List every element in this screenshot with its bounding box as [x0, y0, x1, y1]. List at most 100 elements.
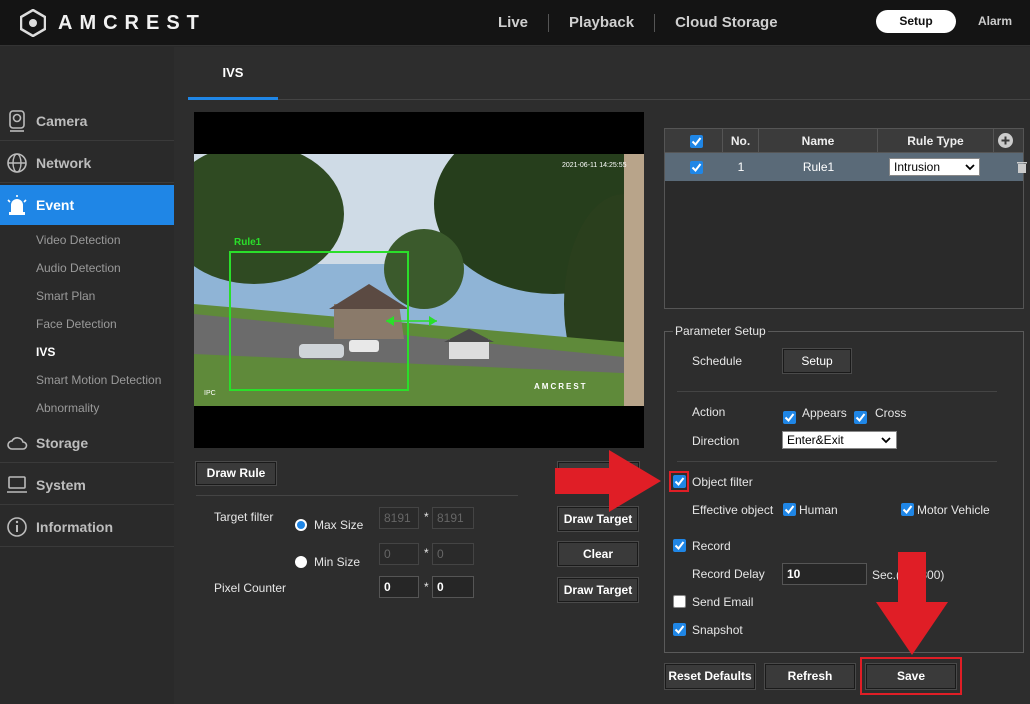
chevron-down-icon — [881, 437, 891, 444]
rule-row-checkbox[interactable] — [690, 161, 703, 174]
save-highlight — [860, 657, 962, 695]
col-no: No. — [723, 129, 759, 153]
sidebar-sub-video-detection[interactable]: Video Detection — [36, 233, 121, 247]
video-channel: IPC — [204, 390, 216, 397]
record-checkbox[interactable] — [673, 539, 686, 552]
nav-playback[interactable]: Playback — [549, 14, 656, 32]
rule-type-select[interactable]: Intrusion — [889, 158, 980, 176]
brand-name: AMCREST — [58, 11, 206, 34]
refresh-button[interactable]: Refresh — [764, 663, 856, 690]
sidebar-item-event[interactable]: Event — [0, 185, 184, 225]
video-preview[interactable]: Rule1 2021-06-11 14:25:55 IPC AMCREST — [194, 112, 644, 448]
sidebar-sub-face-detection[interactable]: Face Detection — [36, 317, 117, 331]
sidebar-item-camera[interactable]: Camera — [0, 101, 174, 141]
human-label: Human — [799, 503, 838, 517]
sidebar-item-storage[interactable]: Storage — [0, 423, 174, 463]
add-rule-icon[interactable] — [998, 133, 1013, 148]
snapshot-checkbox[interactable] — [673, 623, 686, 636]
pixel-counter-label: Pixel Counter — [214, 581, 287, 595]
max-size-radio[interactable] — [295, 519, 307, 531]
send-email-label: Send Email — [692, 595, 754, 609]
sidebar-sub-smart-motion-detection[interactable]: Smart Motion Detection — [36, 373, 161, 387]
rule-type-value: Intrusion — [894, 160, 941, 174]
effective-object-label: Effective object — [692, 503, 774, 517]
object-filter-label: Object filter — [692, 475, 753, 489]
sidebar-sub-abnormality[interactable]: Abnormality — [36, 401, 99, 415]
main-nav: Live Playback Cloud Storage — [478, 0, 798, 46]
nav-alarm[interactable]: Alarm — [978, 14, 1012, 28]
video-watermark: AMCREST — [534, 382, 588, 391]
alarm-light-icon — [6, 194, 28, 216]
reset-defaults-button[interactable]: Reset Defaults — [664, 663, 756, 690]
max-size-label: Max Size — [314, 518, 364, 532]
draw-target-button-2[interactable]: Draw Target — [557, 577, 639, 603]
tab-bar: IVS — [188, 47, 1030, 100]
min-width-field[interactable]: 0 — [379, 543, 419, 565]
col-name: Name — [759, 129, 878, 153]
times-sign: * — [424, 580, 429, 594]
sidebar-label-event: Event — [36, 197, 75, 213]
record-label: Record — [692, 539, 731, 553]
rule-row[interactable]: 1 Rule1 Intrusion — [665, 153, 1027, 181]
info-icon — [6, 516, 28, 538]
sidebar-label-system: System — [36, 476, 86, 493]
trash-icon[interactable] — [1017, 161, 1027, 173]
red-arrow-down-icon — [876, 552, 948, 655]
sidebar-sub-audio-detection[interactable]: Audio Detection — [36, 261, 121, 275]
direction-select[interactable]: Enter&Exit — [782, 431, 897, 449]
camera-scene — [194, 154, 644, 406]
min-size-radio[interactable] — [295, 556, 307, 568]
tab-ivs[interactable]: IVS — [188, 47, 278, 100]
motor-vehicle-checkbox[interactable] — [901, 503, 914, 516]
clear-button[interactable]: Clear — [557, 541, 639, 567]
direction-label: Direction — [692, 434, 740, 448]
schedule-setup-button[interactable]: Setup — [782, 348, 852, 374]
pixel-width-field[interactable]: 0 — [379, 576, 419, 598]
max-width-field[interactable]: 8191 — [379, 507, 419, 529]
draw-rule-button[interactable]: Draw Rule — [195, 461, 277, 486]
schedule-label: Schedule — [692, 354, 743, 368]
sidebar-item-network[interactable]: Network — [0, 143, 174, 183]
rule-row-no: 1 — [737, 160, 745, 174]
select-all-checkbox[interactable] — [690, 135, 703, 148]
appears-label: Appears — [802, 406, 847, 420]
send-email-checkbox[interactable] — [673, 595, 686, 608]
direction-value: Enter&Exit — [787, 433, 844, 447]
target-filter-label: Target filter — [214, 510, 274, 524]
parameter-setup-title: Parameter Setup — [673, 324, 768, 338]
max-height-field[interactable]: 8191 — [432, 507, 474, 529]
record-delay-label: Record Delay — [692, 567, 765, 581]
nav-setup[interactable]: Setup — [876, 10, 956, 33]
sidebar-sub-ivs[interactable]: IVS — [36, 345, 55, 359]
sidebar-item-system[interactable]: System — [0, 465, 174, 505]
amcrest-logo-icon — [20, 9, 46, 37]
appears-checkbox[interactable] — [783, 411, 796, 424]
rule-row-name[interactable]: Rule1 — [759, 153, 878, 181]
sidebar: Camera Network Event Video Detection Aud… — [0, 47, 184, 704]
parameter-setup-panel: Parameter Setup Schedule Setup Action Ap… — [664, 324, 1024, 653]
snapshot-label: Snapshot — [692, 623, 743, 637]
sidebar-sub-smart-plan[interactable]: Smart Plan — [36, 289, 95, 303]
sidebar-label-network: Network — [36, 154, 92, 171]
nav-live[interactable]: Live — [478, 14, 550, 32]
camera-icon — [6, 109, 28, 132]
times-sign: * — [424, 546, 429, 560]
cross-checkbox[interactable] — [854, 411, 867, 424]
video-timestamp: 2021-06-11 14:25:55 — [562, 162, 627, 169]
chevron-down-icon — [965, 164, 975, 171]
record-delay-field[interactable]: 10 — [782, 563, 867, 585]
cross-label: Cross — [875, 406, 907, 420]
pixel-height-field[interactable]: 0 — [432, 576, 474, 598]
times-sign: * — [424, 510, 429, 524]
nav-cloud-storage[interactable]: Cloud Storage — [655, 14, 798, 32]
header-select-cell — [665, 129, 723, 153]
sidebar-item-information[interactable]: Information — [0, 507, 174, 547]
monitor-icon — [6, 474, 28, 496]
min-height-field[interactable]: 0 — [432, 543, 474, 565]
rule-table: No. Name Rule Type 1 Rule1 Intrusion — [664, 128, 1027, 309]
red-arrow-right-icon — [555, 450, 661, 512]
sidebar-label-information: Information — [36, 518, 113, 535]
video-rule-label: Rule1 — [234, 237, 262, 248]
col-rule-type: Rule Type — [878, 129, 994, 153]
human-checkbox[interactable] — [783, 503, 796, 516]
